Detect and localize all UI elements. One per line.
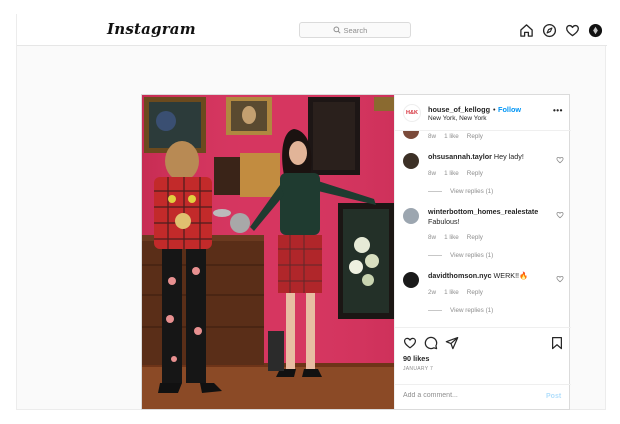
explore-compass-icon[interactable] — [542, 23, 557, 38]
commenter-avatar[interactable] — [403, 208, 419, 224]
save-bookmark-icon[interactable] — [550, 336, 564, 350]
comment-meta: 8w 1 like Reply — [428, 133, 491, 140]
search-icon — [332, 26, 341, 34]
activity-heart-icon[interactable] — [565, 23, 580, 38]
commenter-username[interactable]: ohsusannah.taylor — [428, 152, 492, 161]
share-paper-plane-icon[interactable] — [445, 336, 459, 350]
post-comment-button[interactable]: Post — [546, 393, 561, 400]
comment-input[interactable] — [403, 392, 533, 399]
view-replies-button[interactable]: View replies (1) — [428, 188, 493, 195]
comments-list[interactable]: 8w 1 like Reply ohsusannah.taylor Hey lady… — [395, 131, 571, 327]
post-location[interactable]: New York, New York — [428, 115, 487, 122]
comment-like-heart-icon[interactable] — [556, 211, 564, 219]
view-replies-label: View replies (1) — [450, 307, 494, 314]
commenter-avatar[interactable] — [403, 153, 419, 169]
comment-meta: 8w 1 like Reply — [428, 234, 491, 241]
instagram-logo[interactable]: Instagram — [107, 20, 196, 38]
likes-count[interactable]: 90 likes — [403, 354, 429, 363]
nav-icons — [519, 23, 603, 38]
view-replies-label: View replies (1) — [450, 188, 494, 195]
view-replies-button[interactable]: View replies (1) — [428, 307, 493, 314]
comment-bubble-icon[interactable] — [424, 336, 438, 350]
view-replies-label: View replies (1) — [450, 252, 494, 259]
comment-body: Fabulous! — [428, 217, 460, 226]
comment-like-heart-icon[interactable] — [556, 275, 564, 283]
post-header: H&K house_of_kellogg • Follow New York, … — [395, 95, 571, 131]
reply-button[interactable]: Reply — [467, 234, 483, 241]
search-box[interactable] — [299, 22, 411, 38]
comment-time: 8w — [428, 133, 437, 140]
top-navigation-bar: Instagram — [17, 14, 607, 46]
post-sidebar: H&K house_of_kellogg • Follow New York, … — [394, 95, 571, 409]
like-heart-icon[interactable] — [403, 336, 417, 350]
comment-text: ohsusannah.taylor Hey lady! — [428, 152, 553, 162]
author-avatar[interactable]: H&K — [403, 104, 421, 122]
comment-meta: 8w 1 like Reply — [428, 170, 491, 177]
comment-time: 8w — [428, 234, 437, 241]
post-photo-image — [142, 95, 394, 409]
comment-body: Hey lady! — [493, 152, 524, 161]
post-actions: 90 likes JANUARY 7 Post — [395, 327, 571, 409]
home-icon[interactable] — [519, 23, 534, 38]
post-photo[interactable] — [142, 95, 394, 409]
view-replies-button[interactable]: View replies (1) — [428, 252, 493, 259]
post-modal: H&K house_of_kellogg • Follow New York, … — [141, 94, 571, 410]
comment-meta: 2w 1 like Reply — [428, 289, 491, 296]
comment-like-heart-icon[interactable] — [556, 156, 564, 164]
comment-likes[interactable]: 1 like — [444, 170, 459, 177]
add-comment-bar: Post — [395, 384, 571, 410]
reply-line-divider — [428, 255, 442, 256]
reply-button[interactable]: Reply — [467, 133, 483, 140]
commenter-avatar[interactable] — [403, 272, 419, 288]
comment-text: davidthomson.nyc WERK!!🔥 — [428, 271, 553, 281]
profile-avatar[interactable] — [588, 23, 603, 38]
commenter-avatar[interactable] — [403, 131, 419, 139]
comment-text: winterbottom_homes_realestate Fabulous! — [428, 207, 553, 227]
header-separator: • — [493, 105, 496, 114]
comment-time: 2w — [428, 289, 437, 296]
follow-button[interactable]: Follow — [498, 105, 521, 114]
browser-window: Instagram Search H&K house_of_kellogg • … — [16, 14, 607, 410]
post-date[interactable]: JANUARY 7 — [403, 366, 433, 372]
commenter-username[interactable]: davidthomson.nyc — [428, 271, 492, 280]
author-username[interactable]: house_of_kellogg — [428, 105, 490, 114]
commenter-username[interactable]: winterbottom_homes_realestate — [428, 207, 538, 216]
comment-likes[interactable]: 1 like — [444, 234, 459, 241]
reply-line-divider — [428, 191, 442, 192]
search-input[interactable] — [343, 25, 378, 35]
reply-line-divider — [428, 310, 442, 311]
reply-button[interactable]: Reply — [467, 170, 483, 177]
comment-body: WERK!!🔥 — [493, 271, 529, 280]
comment-likes[interactable]: 1 like — [444, 289, 459, 296]
reply-button[interactable]: Reply — [467, 289, 483, 296]
comment-likes[interactable]: 1 like — [444, 133, 459, 140]
more-options-button[interactable]: ••• — [553, 106, 563, 115]
comment-time: 8w — [428, 170, 437, 177]
